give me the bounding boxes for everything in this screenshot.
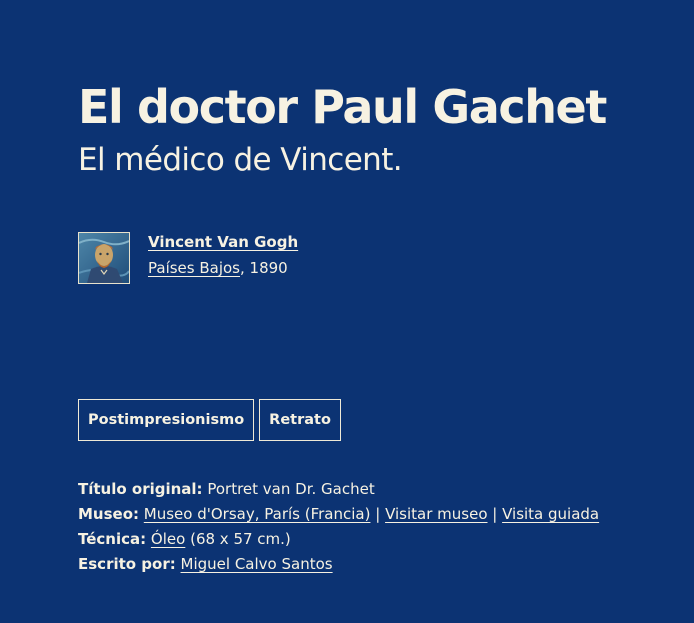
dimensions: (68 x 57 cm.) — [190, 530, 291, 548]
original-title-label: Título original: — [78, 480, 203, 498]
artwork-year: 1890 — [249, 259, 288, 277]
technique-row: Técnica: Óleo (68 x 57 cm.) — [78, 527, 599, 552]
museum-label: Museo: — [78, 505, 140, 523]
artist-portrait-thumbnail[interactable] — [78, 232, 130, 284]
year-separator: , — [240, 259, 250, 277]
tag-retrato[interactable]: Retrato — [259, 399, 341, 441]
museum-row: Museo: Museo d'Orsay, París (Francia) | … — [78, 502, 599, 527]
artist-meta: Países Bajos, 1890 — [148, 258, 298, 278]
technique-link[interactable]: Óleo — [151, 530, 185, 548]
author-label: Escrito por: — [78, 555, 176, 573]
museum-link[interactable]: Museo d'Orsay, París (Francia) — [144, 505, 371, 523]
tag-list: Postimpresionismo Retrato — [78, 399, 341, 441]
original-title-value: Portret van Dr. Gachet — [207, 480, 375, 498]
author-row: Escrito por: Miguel Calvo Santos — [78, 552, 599, 577]
artwork-details: Título original: Portret van Dr. Gachet … — [78, 477, 599, 577]
separator: | — [487, 505, 503, 523]
original-title-row: Título original: Portret van Dr. Gachet — [78, 477, 599, 502]
visit-museum-link[interactable]: Visitar museo — [385, 505, 487, 523]
portrait-image-icon — [79, 233, 129, 283]
artist-country-link[interactable]: Países Bajos — [148, 259, 240, 277]
artwork-title: El doctor Paul Gachet — [78, 80, 607, 134]
tag-postimpresionismo[interactable]: Postimpresionismo — [78, 399, 255, 441]
artist-name-link[interactable]: Vincent Van Gogh — [148, 232, 298, 252]
technique-label: Técnica: — [78, 530, 147, 548]
guided-tour-link[interactable]: Visita guiada — [502, 505, 599, 523]
artwork-subtitle: El médico de Vincent. — [78, 142, 403, 178]
separator: | — [370, 505, 386, 523]
author-link[interactable]: Miguel Calvo Santos — [181, 555, 333, 573]
artist-info: Vincent Van Gogh Países Bajos, 1890 — [148, 232, 298, 278]
